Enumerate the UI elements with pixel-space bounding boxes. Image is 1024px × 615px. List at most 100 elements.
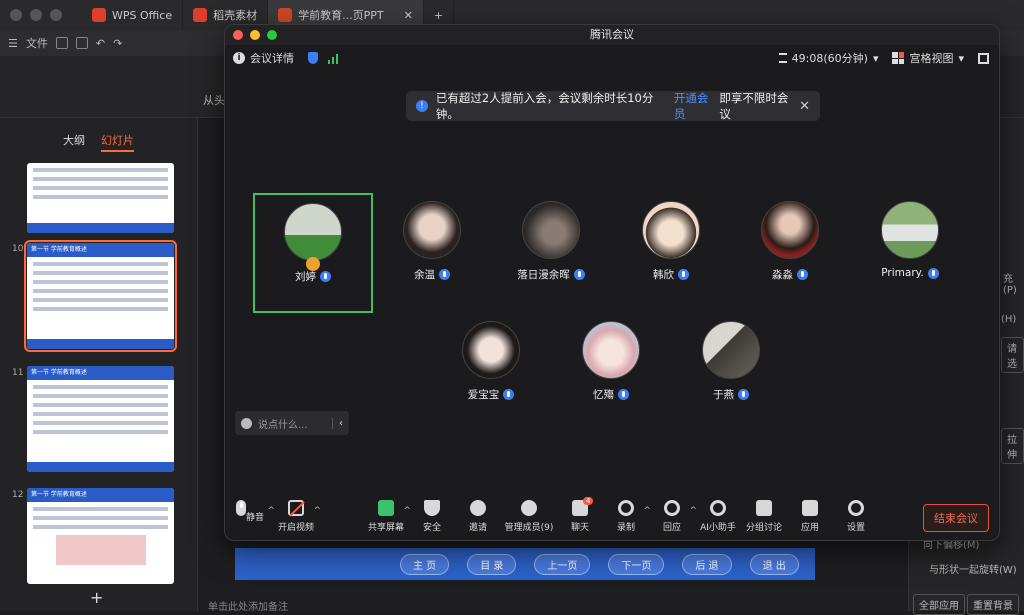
- reaction-icon: [664, 500, 680, 516]
- stretch-button[interactable]: 拉伸: [1001, 428, 1024, 464]
- settings-button[interactable]: 设置: [833, 500, 879, 533]
- security-shield-icon[interactable]: [308, 52, 318, 64]
- maximize-window-button[interactable]: [267, 30, 277, 40]
- toolbar-label: 聊天: [570, 523, 589, 533]
- add-slide-button[interactable]: +: [90, 588, 103, 607]
- close-window-button[interactable]: [233, 30, 243, 40]
- chevron-left-icon[interactable]: ‹: [332, 417, 343, 429]
- toolbar-label: 安全: [422, 523, 441, 533]
- slide-thumbnail-12[interactable]: 第一节 学前教育概述: [27, 488, 174, 584]
- emoji-icon[interactable]: [241, 417, 252, 429]
- chevron-down-icon: ▾: [958, 51, 964, 65]
- time-limit-notice: ! 已有超过2人提前入会，会议剩余时长10分钟。 开通会员 即享不限时会议 ✕: [406, 91, 820, 121]
- slide-title: 第一节 学前教育概述: [27, 488, 174, 502]
- rotate-with-shape-checkbox[interactable]: 与形状一起旋转(W): [929, 561, 1017, 576]
- docer-logo-icon: [193, 8, 208, 22]
- end-meeting-button[interactable]: 结束会议: [923, 504, 989, 532]
- security-button[interactable]: 安全: [409, 500, 455, 533]
- participant-tile[interactable]: 淼淼: [730, 193, 850, 313]
- participant-name: 刘婷: [295, 271, 316, 283]
- undo-icon[interactable]: ↶: [96, 37, 105, 50]
- toolbar-label: 开启视频: [277, 523, 314, 533]
- upgrade-link[interactable]: 开通会员: [674, 90, 720, 122]
- outline-tab[interactable]: 大纲: [63, 132, 85, 152]
- close-icon[interactable]: ✕: [404, 9, 413, 22]
- slide-thumbnail-11[interactable]: 第一节 学前教育概述: [27, 366, 174, 472]
- toolbar-label: 回应: [662, 523, 681, 533]
- chat-input-box[interactable]: 说点什么... ‹: [235, 411, 349, 435]
- save-icon[interactable]: [55, 37, 68, 49]
- chevron-up-icon[interactable]: ^: [313, 506, 321, 516]
- avatar: [284, 203, 342, 261]
- record-button[interactable]: 录制 ^: [603, 500, 651, 533]
- minimize-window-button[interactable]: [250, 30, 260, 40]
- wps-window-controls[interactable]: [10, 9, 62, 21]
- from-start-button[interactable]: 从头: [203, 92, 225, 108]
- network-signal-icon[interactable]: [328, 52, 338, 64]
- meeting-header: i 会议详情 49:08(60分钟) ▾ 宫格视图 ▾: [225, 45, 999, 71]
- toolbar-label: 设置: [846, 523, 865, 533]
- slide-number: 10: [12, 244, 24, 254]
- tab-wps-office[interactable]: WPS Office: [82, 0, 184, 30]
- participant-tile[interactable]: 刘婷: [253, 193, 373, 313]
- participant-name: 韩欣: [653, 269, 674, 281]
- toolbar-label: 邀请: [468, 523, 487, 533]
- invite-icon: [470, 500, 486, 516]
- nav-toc-button[interactable]: 目 录: [467, 553, 517, 575]
- nav-prev-button[interactable]: 上一页: [534, 553, 591, 575]
- record-icon: [618, 500, 634, 516]
- apps-icon: [802, 500, 818, 516]
- window-controls: [233, 30, 277, 40]
- participant-tile[interactable]: 落日漫余晖: [491, 193, 611, 313]
- nav-next-button[interactable]: 下一页: [608, 553, 665, 575]
- avatar: [522, 201, 580, 259]
- chevron-down-icon: ▾: [872, 51, 879, 65]
- participant-tile[interactable]: 于燕: [671, 313, 791, 433]
- reset-background-button[interactable]: 重置背景: [967, 594, 1019, 615]
- ppt-file-icon: [278, 8, 293, 22]
- nav-home-button[interactable]: 主 页: [400, 553, 450, 575]
- participant-name: 忆殤: [593, 389, 614, 401]
- slides-tab[interactable]: 幻灯片: [101, 132, 134, 152]
- slide-thumbnail-9[interactable]: [27, 163, 174, 233]
- participant-tile[interactable]: 余温: [372, 193, 492, 313]
- nav-back-button[interactable]: 后 退: [682, 553, 732, 575]
- fullscreen-icon[interactable]: [978, 52, 989, 64]
- nav-exit-button[interactable]: 退 出: [749, 553, 799, 575]
- toolbar-label: AI小助手: [700, 523, 736, 533]
- select-button[interactable]: 请选: [1001, 337, 1024, 373]
- mic-icon: [503, 389, 515, 400]
- slide-thumbnail-10[interactable]: 第一节 学前教育概述: [24, 240, 177, 352]
- ai-assistant-button[interactable]: AI小助手: [695, 500, 741, 533]
- manage-members-button[interactable]: 管理成员(9): [501, 500, 557, 533]
- view-mode-button[interactable]: 宫格视图 ▾: [892, 50, 964, 66]
- start-video-button[interactable]: 开启视频 ^: [273, 500, 321, 533]
- participant-name: 淼淼: [772, 269, 793, 281]
- share-screen-button[interactable]: 共享屏幕 ^: [363, 500, 411, 533]
- apps-button[interactable]: 应用: [787, 500, 833, 533]
- meeting-timer[interactable]: 49:08(60分钟) ▾: [778, 50, 879, 66]
- meeting-toolbar: 静音 ^ 开启视频 ^ 共享屏幕 ^ 安全 邀请 管理成员(9) 4 聊天 录制 ^ 回应…: [225, 496, 999, 540]
- meeting-details-button[interactable]: 会议详情: [250, 50, 294, 66]
- chat-button[interactable]: 4 聊天: [557, 497, 603, 533]
- participant-tile[interactable]: 爱宝宝: [431, 313, 551, 433]
- participant-tile[interactable]: 韩欣: [611, 193, 731, 313]
- menu-icon[interactable]: ☰: [8, 37, 18, 50]
- redo-icon[interactable]: ↷: [113, 37, 122, 50]
- breakout-button[interactable]: 分组讨论: [741, 500, 787, 533]
- file-menu[interactable]: 文件: [26, 35, 48, 51]
- participant-tile[interactable]: 忆殤: [551, 313, 671, 433]
- toolbar-label: 录制: [616, 523, 635, 533]
- participant-tile[interactable]: Primary.: [850, 193, 970, 313]
- apply-all-button[interactable]: 全部应用: [913, 594, 965, 615]
- close-icon[interactable]: ✕: [799, 99, 810, 114]
- unread-badge: 4: [583, 497, 594, 505]
- reaction-button[interactable]: 回应 ^: [649, 500, 697, 533]
- fill-option-label: 充(P): [1003, 274, 1017, 296]
- invite-button[interactable]: 邀请: [455, 500, 501, 533]
- print-icon[interactable]: [75, 37, 88, 49]
- slide-image: [55, 535, 146, 565]
- mute-button[interactable]: 静音 ^: [227, 500, 275, 523]
- info-icon: i: [233, 52, 245, 64]
- hourglass-icon: [778, 53, 787, 63]
